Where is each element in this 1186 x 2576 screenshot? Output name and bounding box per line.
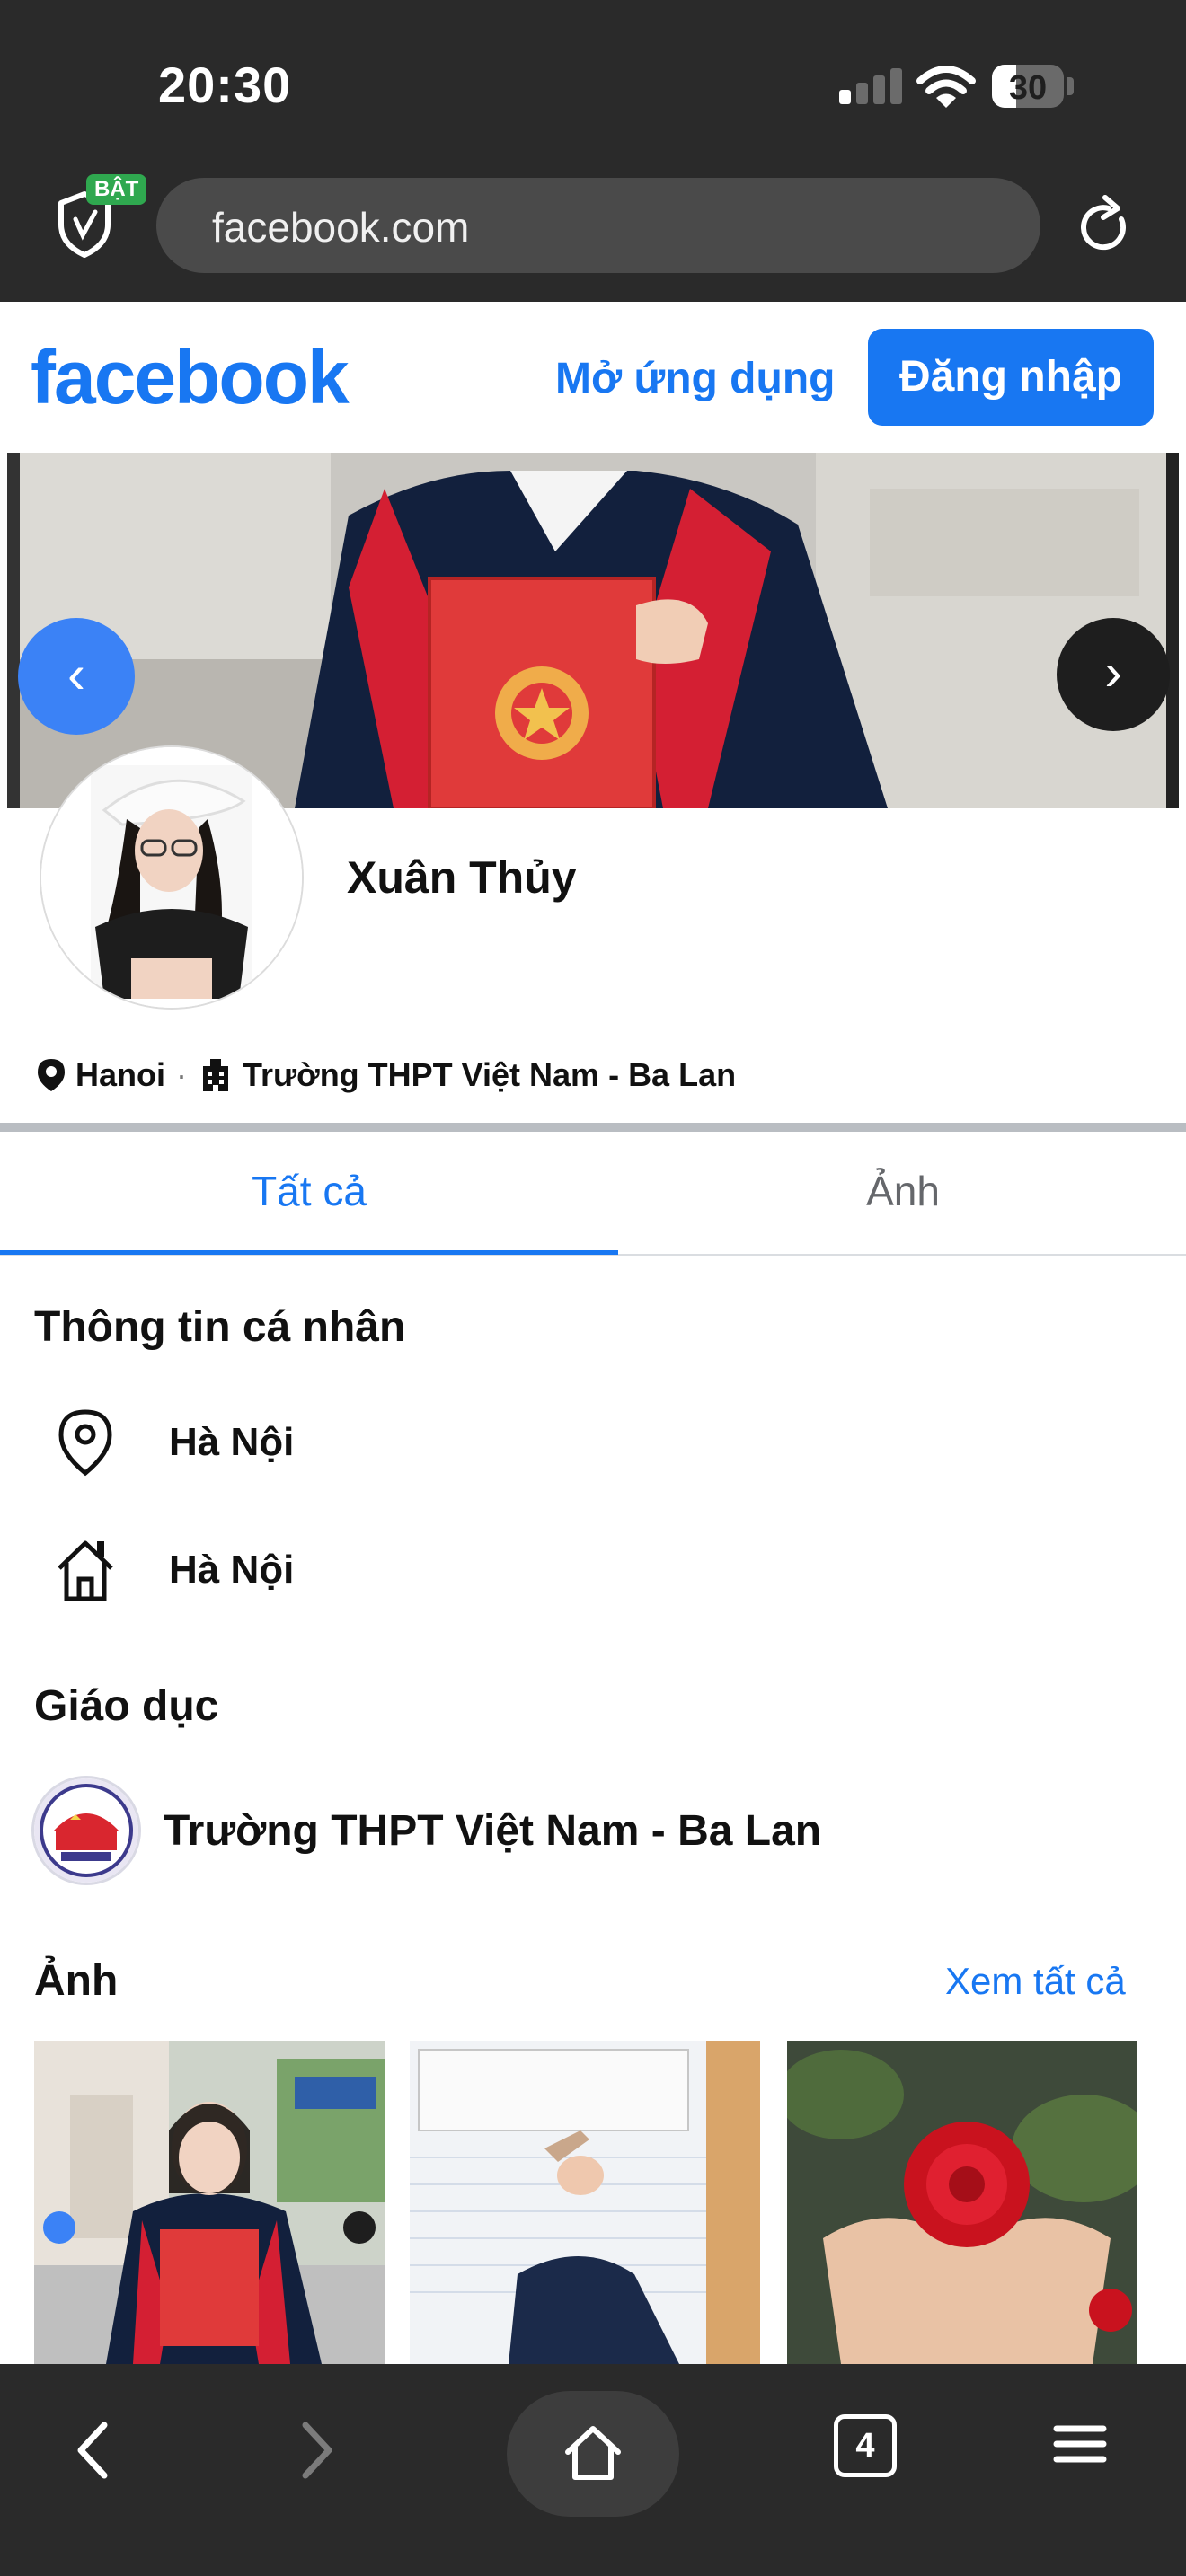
- lives-in-value: Hà Nội: [169, 1420, 295, 1464]
- school-logo: [34, 1778, 138, 1883]
- cover-next-button[interactable]: ›: [1057, 618, 1170, 731]
- personal-info-title: Thông tin cá nhân: [34, 1303, 406, 1351]
- profile-school: Trường THPT Việt Nam - Ba Lan: [243, 1056, 737, 1093]
- location-pin-icon: [58, 1409, 112, 1477]
- home-icon: [565, 2426, 621, 2480]
- url-text: facebook.com: [212, 204, 470, 251]
- cover-previous-button[interactable]: ‹: [18, 618, 135, 735]
- wifi-icon: [916, 66, 976, 108]
- photo-thumbnail-image: [410, 2041, 760, 2364]
- tab-photos[interactable]: Ảnh: [620, 1134, 1186, 1256]
- education-title: Giáo dục: [34, 1682, 219, 1730]
- profile-avatar[interactable]: [41, 747, 302, 1008]
- meta-separator: ·: [176, 1056, 188, 1093]
- photo-thumbnail[interactable]: [787, 2041, 1137, 2364]
- photo-thumbnail-image: [787, 2041, 1137, 2364]
- address-bar[interactable]: facebook.com: [156, 178, 1040, 273]
- login-button[interactable]: Đăng nhập: [868, 329, 1154, 426]
- profile-city: Hanoi: [75, 1056, 166, 1093]
- profile-avatar-image: [41, 747, 302, 1008]
- battery-level: 30: [1008, 69, 1048, 107]
- browser-bottom-bar: 4: [0, 2364, 1186, 2576]
- profile-name: Xuân Thủy: [347, 852, 577, 903]
- status-time: 20:30: [158, 57, 292, 113]
- home-icon: [58, 1540, 113, 1601]
- menu-icon[interactable]: [1053, 2422, 1107, 2466]
- reload-icon[interactable]: [1075, 194, 1134, 257]
- shield-status-badge: BẬT: [86, 174, 147, 205]
- facebook-logo[interactable]: facebook: [31, 334, 350, 421]
- home-button[interactable]: [507, 2391, 679, 2517]
- forward-icon[interactable]: [296, 2418, 340, 2483]
- section-divider: [0, 1123, 1186, 1132]
- photo-thumbnail-image: [34, 2041, 385, 2364]
- location-pin-icon: [38, 1059, 65, 1091]
- tab-all[interactable]: Tất cả: [0, 1134, 618, 1256]
- profile-meta-row: Hanoi · Trường THPT Việt Nam - Ba Lan: [36, 1056, 736, 1094]
- school-name: Trường THPT Việt Nam - Ba Lan: [164, 1806, 822, 1855]
- active-tab-indicator: [0, 1250, 618, 1255]
- open-app-link[interactable]: Mở ứng dụng: [555, 354, 835, 403]
- battery-tip: [1067, 77, 1074, 95]
- cellular-signal-icon: [839, 68, 902, 104]
- battery-icon: 30: [992, 65, 1064, 108]
- info-row-hometown: Hà Nội: [54, 1536, 294, 1604]
- back-icon[interactable]: [70, 2418, 113, 2483]
- photo-thumbnail[interactable]: [34, 2041, 385, 2364]
- tabs-icon[interactable]: 4: [834, 2414, 897, 2477]
- hometown-value: Hà Nội: [169, 1548, 295, 1592]
- photo-thumbnail[interactable]: [410, 2041, 760, 2364]
- info-row-lives-in: Hà Nội: [54, 1407, 294, 1478]
- photos-title: Ảnh: [34, 1957, 119, 2005]
- see-all-photos-link[interactable]: Xem tất cả: [945, 1960, 1126, 2003]
- education-item[interactable]: Trường THPT Việt Nam - Ba Lan: [34, 1778, 821, 1883]
- building-icon: [203, 1059, 229, 1091]
